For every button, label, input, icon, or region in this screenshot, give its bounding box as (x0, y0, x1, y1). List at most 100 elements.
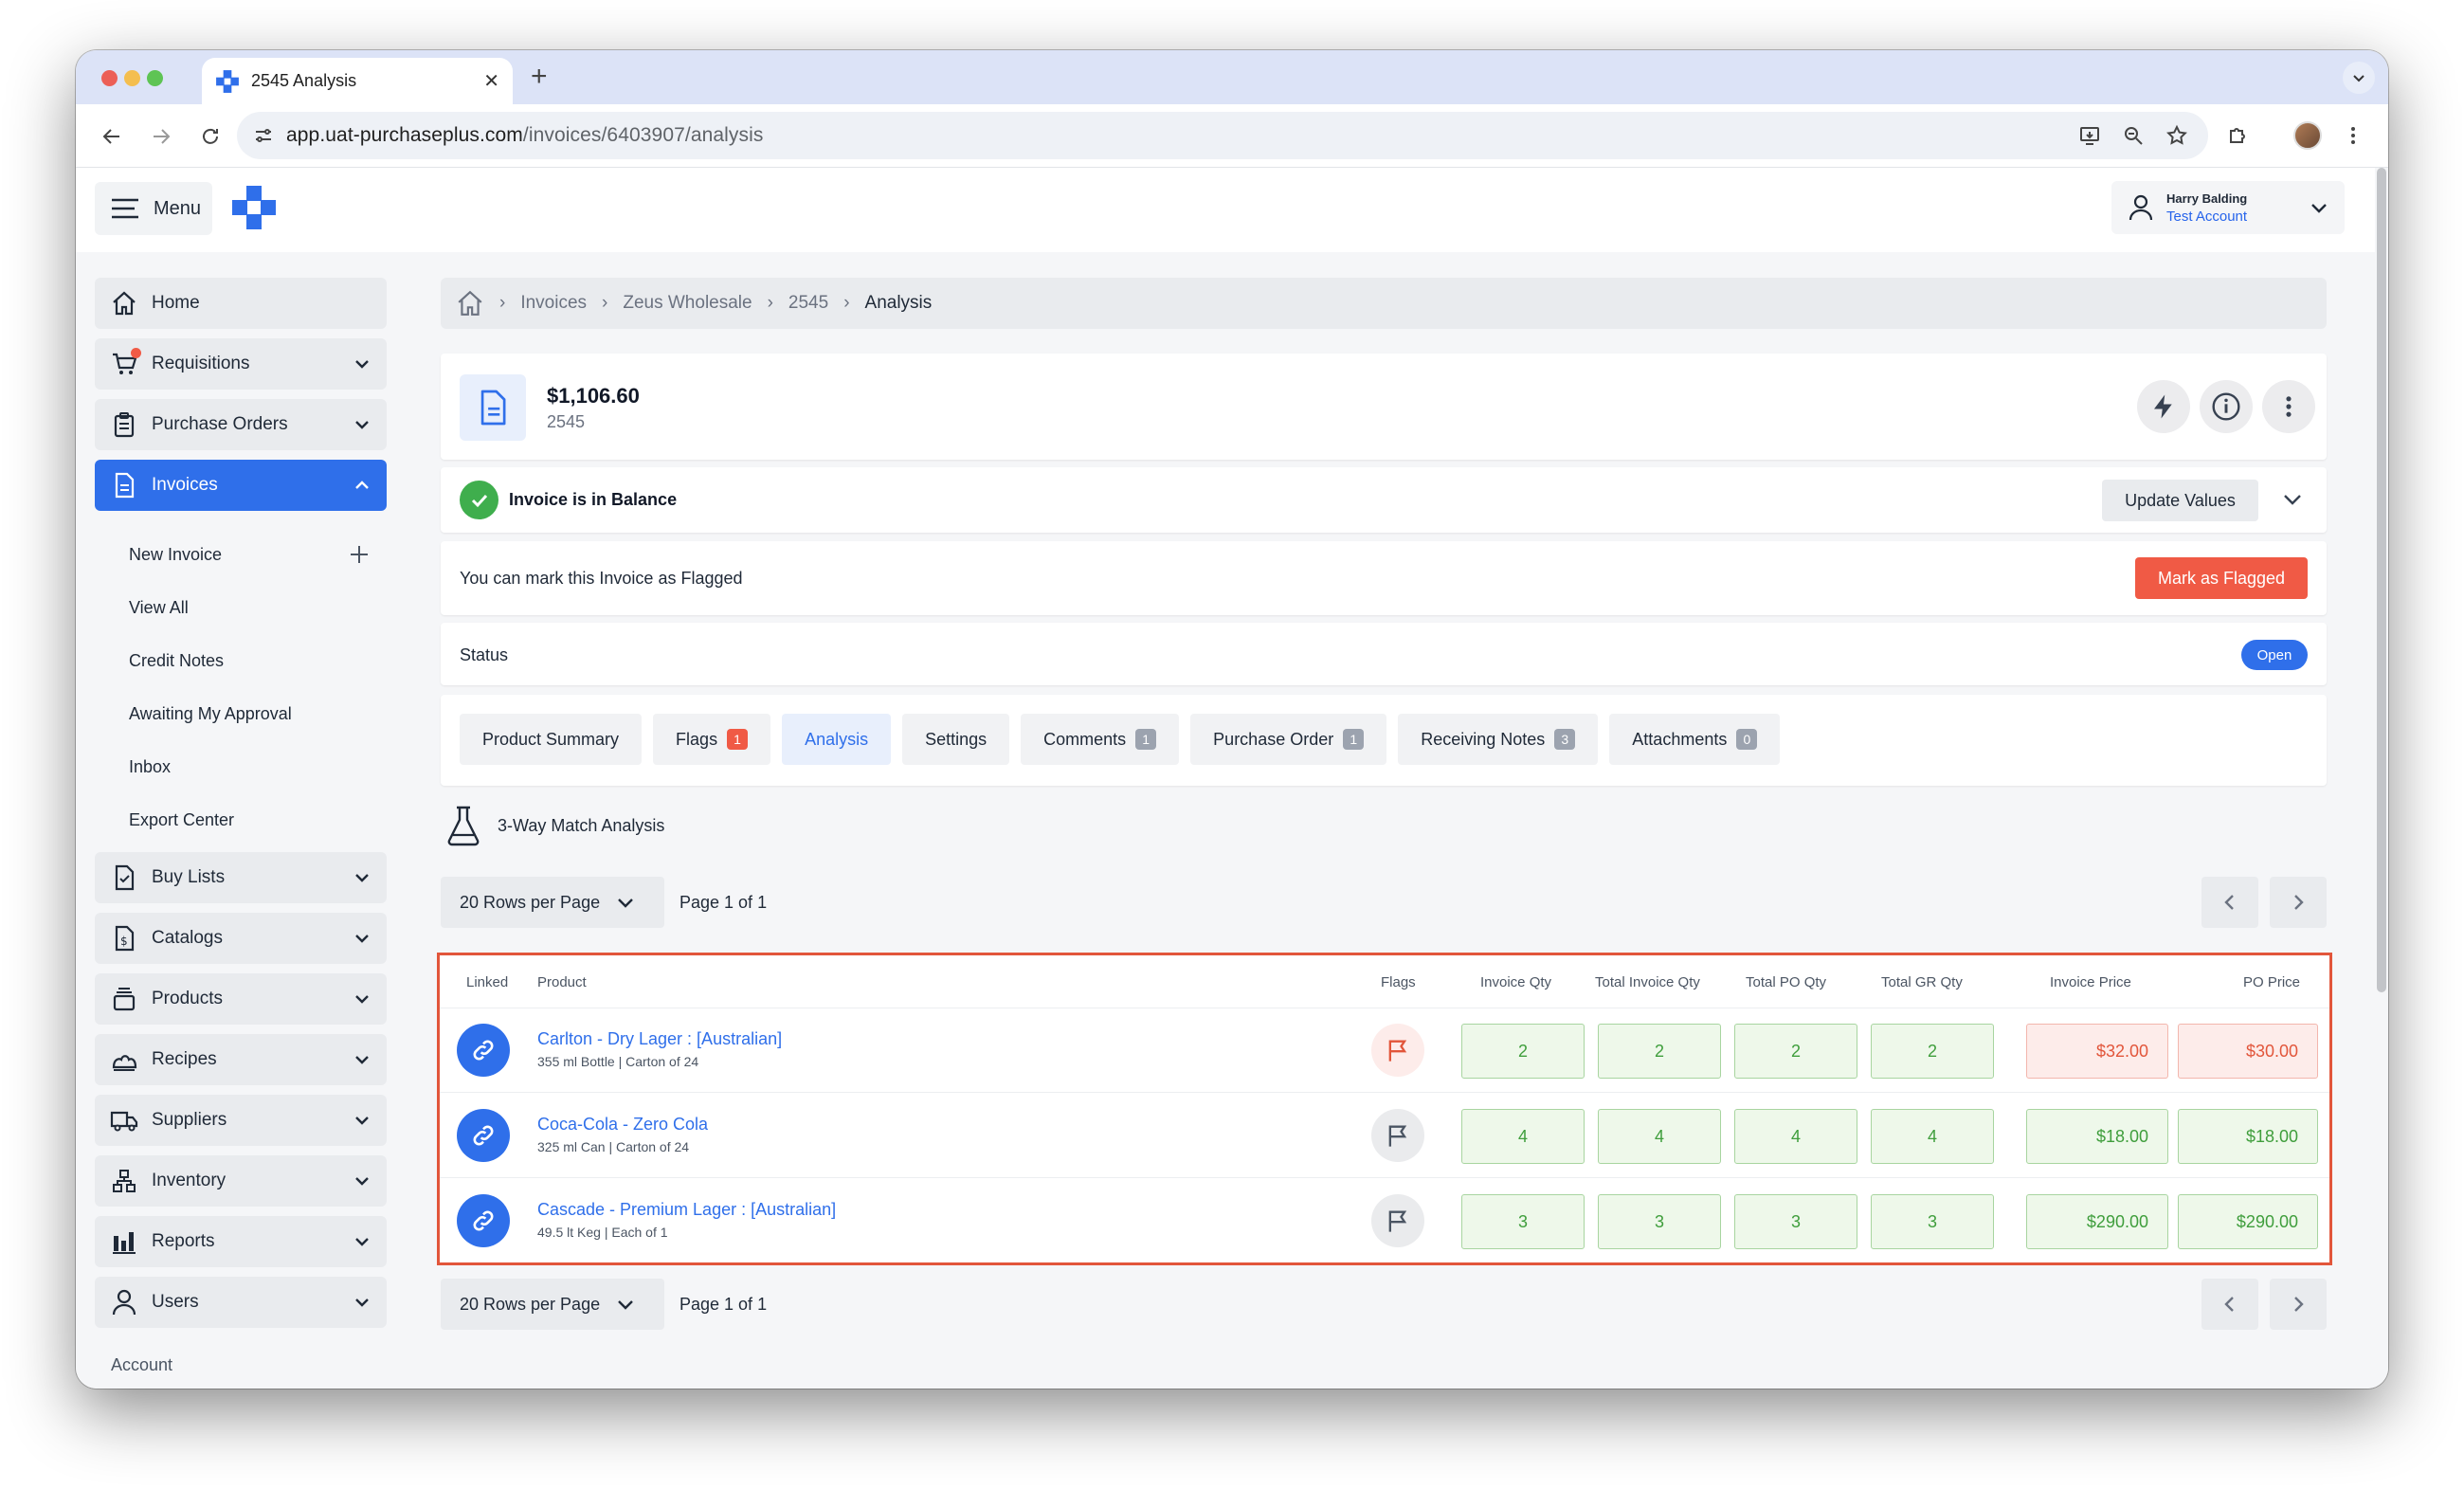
chevron-right-icon: › (767, 293, 773, 313)
user-icon (2129, 194, 2153, 221)
address-bar[interactable]: app.uat-purchaseplus.com/invoices/640390… (237, 112, 2208, 159)
chevron-down-icon (355, 1238, 369, 1246)
chevron-down-icon[interactable] (2281, 488, 2304, 511)
next-page-button[interactable] (2270, 1279, 2327, 1330)
previous-page-button[interactable] (2201, 1279, 2258, 1330)
sidebar-item-inventory[interactable]: Inventory (95, 1155, 387, 1207)
tab-search-button[interactable] (2343, 62, 2375, 94)
bookmark-button[interactable] (2163, 121, 2191, 150)
profile-button[interactable] (2293, 121, 2322, 150)
reload-button[interactable] (197, 123, 224, 150)
breadcrumb-current: Analysis (864, 293, 933, 313)
page-indicator: Page 1 of 1 (679, 893, 768, 912)
menu-button[interactable]: Menu (95, 182, 212, 235)
browser-window: 2545 Analysis ✕ + app.uat-purchaseplus.c… (76, 50, 2388, 1389)
product-name-link[interactable]: Carlton - Dry Lager : [Australian] (537, 1029, 782, 1049)
purchaseplus-logo-icon[interactable] (230, 184, 278, 231)
update-values-button[interactable]: Update Values (2102, 480, 2258, 521)
browser-tab[interactable]: 2545 Analysis ✕ (202, 58, 513, 104)
sidebar-item-label: Catalogs (152, 928, 223, 948)
flag-prompt-text: You can mark this Invoice as Flagged (460, 569, 743, 588)
extensions-button[interactable] (2223, 121, 2252, 150)
product-name-link[interactable]: Cascade - Premium Lager : [Australian] (537, 1200, 836, 1220)
quick-actions-button[interactable] (2137, 380, 2190, 433)
mark-as-flagged-button[interactable]: Mark as Flagged (2135, 557, 2308, 599)
tab-purchase-order[interactable]: Purchase Order 1 (1190, 714, 1387, 765)
rows-per-page-select[interactable]: 20 Rows per Page (441, 1279, 664, 1330)
tab-product-summary[interactable]: Product Summary (460, 714, 643, 765)
tab-label: Purchase Order (1213, 729, 1334, 749)
new-tab-button[interactable]: + (531, 60, 548, 94)
install-app-button[interactable] (2075, 121, 2104, 150)
info-icon (2212, 392, 2240, 421)
forward-button[interactable] (148, 123, 174, 150)
url-path: /invoices/6403907/analysis (522, 124, 764, 146)
next-page-button[interactable] (2270, 877, 2327, 928)
maximize-window-button[interactable] (147, 70, 163, 86)
sidebar-item-recipes[interactable]: Recipes (95, 1034, 387, 1085)
zoom-button[interactable] (2119, 121, 2147, 150)
chevron-up-icon (355, 481, 369, 489)
zoom-icon (2125, 127, 2143, 145)
rows-per-page-select[interactable]: 20 Rows per Page (441, 877, 664, 928)
flask-icon (447, 806, 480, 846)
back-button[interactable] (99, 123, 125, 150)
sidebar-subitem-label: Inbox (129, 756, 172, 776)
invoice-qty-cell: 3 (1461, 1194, 1585, 1249)
product-flag-button[interactable] (1371, 1109, 1424, 1162)
breadcrumb-supplier[interactable]: Zeus Wholesale (623, 293, 752, 314)
tab-attachments[interactable]: Attachments 0 (1609, 714, 1781, 765)
sidebar-item-invoices[interactable]: Invoices (95, 460, 387, 511)
sidebar-subitem-inbox[interactable]: Inbox (95, 740, 387, 793)
chevron-down-icon (618, 899, 633, 908)
site-settings-icon[interactable] (252, 124, 275, 147)
linked-product-button[interactable] (457, 1024, 510, 1077)
close-window-button[interactable] (101, 70, 118, 86)
linked-product-button[interactable] (457, 1109, 510, 1162)
sidebar-item-users[interactable]: Users (95, 1277, 387, 1328)
tab-analysis[interactable]: Analysis (782, 714, 892, 765)
sidebar-item-reports[interactable]: Reports (95, 1216, 387, 1267)
tab-comments[interactable]: Comments 1 (1021, 714, 1180, 765)
linked-product-button[interactable] (457, 1194, 510, 1247)
table-row: Coca-Cola - Zero Cola 325 ml Can | Carto… (440, 1094, 2329, 1178)
sidebar-item-buy-lists[interactable]: Buy Lists (95, 852, 387, 903)
chevron-down-icon (355, 995, 369, 1004)
scrollbar-thumb[interactable] (2377, 168, 2386, 992)
scrollbar[interactable] (2375, 168, 2388, 1389)
menu-label: Menu (154, 197, 202, 219)
sidebar-item-requisitions[interactable]: Requisitions (95, 338, 387, 390)
sidebar-subitem-new-invoice[interactable]: New Invoice (95, 528, 387, 581)
sidebar-item-products[interactable]: Products (95, 973, 387, 1025)
user-menu-button[interactable]: Harry Balding Test Account (2111, 181, 2345, 234)
sidebar-subitem-export-center[interactable]: Export Center (95, 793, 387, 846)
sidebar-subitem-view-all[interactable]: View All (95, 581, 387, 634)
tab-receiving-notes[interactable]: Receiving Notes 3 (1398, 714, 1599, 765)
previous-page-button[interactable] (2201, 877, 2258, 928)
sidebar-subitem-awaiting-approval[interactable]: Awaiting My Approval (95, 687, 387, 740)
home-icon[interactable] (456, 289, 484, 318)
product-flag-button[interactable] (1371, 1024, 1424, 1077)
sidebar-item-purchase-orders[interactable]: Purchase Orders (95, 399, 387, 450)
sidebar-item-suppliers[interactable]: Suppliers (95, 1095, 387, 1146)
tab-settings[interactable]: Settings (902, 714, 1010, 765)
product-flag-button[interactable] (1371, 1194, 1424, 1247)
arrow-right-icon (154, 129, 171, 144)
chevron-down-icon (2353, 75, 2364, 82)
plus-icon[interactable] (349, 544, 370, 565)
browser-menu-button[interactable] (2339, 121, 2367, 150)
close-tab-icon[interactable]: ✕ (483, 69, 499, 93)
more-options-button[interactable] (2262, 380, 2315, 433)
tab-flags[interactable]: Flags 1 (653, 714, 771, 765)
po-price-cell: $290.00 (2178, 1194, 2318, 1249)
sidebar-item-catalogs[interactable]: $ Catalogs (95, 913, 387, 964)
tab-label: Comments (1043, 729, 1127, 749)
table-row: Carlton - Dry Lager : [Australian] 355 m… (440, 1008, 2329, 1093)
breadcrumb-invoice-number[interactable]: 2545 (788, 293, 828, 314)
sidebar-subitem-credit-notes[interactable]: Credit Notes (95, 634, 387, 687)
info-button[interactable] (2200, 380, 2253, 433)
minimize-window-button[interactable] (124, 70, 140, 86)
product-name-link[interactable]: Coca-Cola - Zero Cola (537, 1115, 708, 1135)
breadcrumb-invoices[interactable]: Invoices (520, 293, 587, 314)
sidebar-item-home[interactable]: Home (95, 278, 387, 329)
